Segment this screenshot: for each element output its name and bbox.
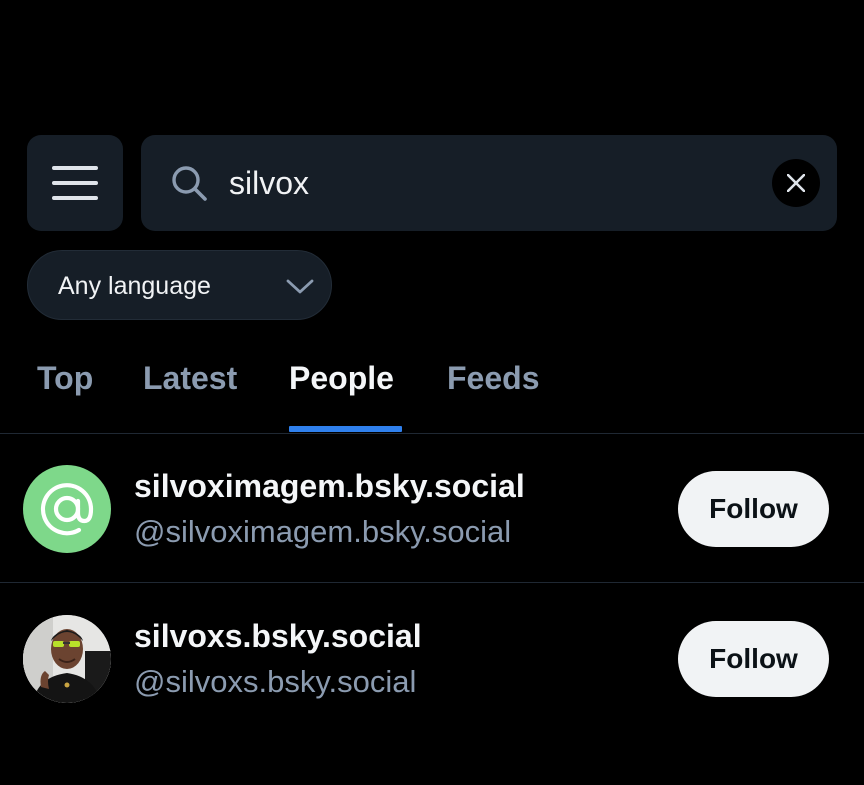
language-select[interactable]: Any language: [27, 250, 332, 320]
search-bar[interactable]: silvox: [141, 135, 837, 231]
row-divider: [0, 582, 864, 583]
clear-search-button[interactable]: [772, 159, 820, 207]
menu-button[interactable]: [27, 135, 123, 231]
search-tabs: Top Latest People Feeds: [0, 350, 864, 434]
user-handle: @silvoximagem.bsky.social: [134, 514, 512, 549]
user-handle: @silvoxs.bsky.social: [134, 664, 417, 699]
display-name: silvoximagem.bsky.social: [134, 468, 525, 504]
tab-top[interactable]: Top: [37, 360, 93, 397]
active-tab-indicator: [289, 426, 402, 432]
list-item[interactable]: silvoximagem.bsky.social @silvoximagem.b…: [0, 434, 864, 584]
search-icon: [172, 166, 207, 201]
search-input[interactable]: silvox: [229, 135, 309, 231]
tab-people[interactable]: People: [289, 360, 394, 397]
list-item[interactable]: silvoxs.bsky.social @silvoxs.bsky.social…: [0, 584, 864, 734]
hamburger-menu-icon: [52, 166, 98, 200]
language-select-value: Any language: [58, 272, 211, 300]
display-name: silvoxs.bsky.social: [134, 618, 422, 654]
follow-button[interactable]: Follow: [678, 621, 829, 697]
user-photo-avatar: [23, 615, 111, 703]
at-sign-icon: [40, 483, 94, 536]
avatar: [23, 615, 111, 703]
chevron-down-icon: [286, 279, 314, 294]
tab-latest[interactable]: Latest: [143, 360, 237, 397]
avatar: [23, 465, 111, 553]
tab-feeds[interactable]: Feeds: [447, 360, 539, 397]
follow-button[interactable]: Follow: [678, 471, 829, 547]
close-icon: [787, 174, 805, 192]
